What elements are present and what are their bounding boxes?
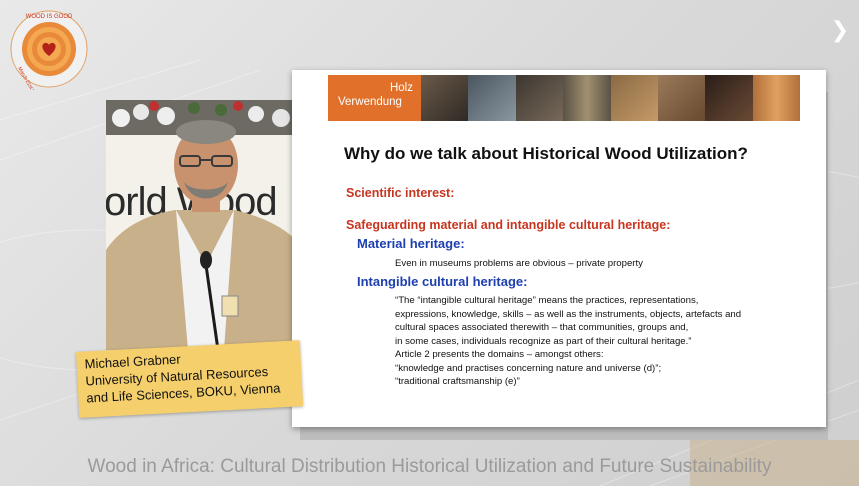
wood-image	[705, 75, 753, 121]
wood-image	[563, 75, 611, 121]
material-heritage-text: Even in museums problems are obvious – p…	[395, 258, 643, 269]
wood-image	[421, 75, 469, 121]
wood-image	[657, 75, 706, 121]
quote-block: “The “intangible cultural heritage” mean…	[395, 294, 741, 389]
holz-verwendung-label: Holz Verwendung	[328, 75, 421, 121]
quote-line: “The “intangible cultural heritage” mean…	[395, 295, 699, 306]
wood-image	[610, 75, 658, 121]
logo-top-text: WOOD IS GOOD	[26, 14, 73, 20]
chevron-right-icon[interactable]: ❯	[829, 20, 851, 42]
slide-title: Why do we talk about Historical Wood Uti…	[344, 144, 748, 163]
header-line1: Holz	[389, 82, 413, 94]
speaker-video: orld Wood m	[106, 100, 305, 350]
speaker-figure	[106, 101, 305, 350]
quote-line: “knowledge and practises concerning natu…	[395, 362, 662, 374]
quote-line: expressions, knowledge, skills – as well…	[395, 308, 742, 320]
intangible-heritage-heading: Intangible cultural heritage:	[357, 274, 528, 289]
speaker-name-card: Michael Grabner University of Natural Re…	[76, 340, 304, 418]
safeguarding-heading: Safeguarding material and intangible cul…	[346, 218, 671, 232]
video-title: Wood in Africa: Cultural Distribution Hi…	[87, 456, 772, 477]
material-heritage-heading: Material heritage:	[357, 236, 465, 251]
quote-line: “traditional craftsmanship (e)”	[395, 376, 520, 387]
quote-line: cultural spaces associated therewith – t…	[395, 322, 689, 333]
presentation-slide: Holz Verwendung Why do we talk about His…	[292, 70, 826, 427]
slide-header: Holz Verwendung	[328, 75, 800, 121]
wood-image-strip	[421, 75, 800, 121]
scientific-interest-heading: Scientific interest:	[346, 186, 455, 200]
wood-image	[515, 75, 564, 121]
world-wood-day-logo: WOOD IS GOOD March 21st WORLD WOOD DAY	[10, 10, 88, 90]
quote-line: in some cases, individuals recognize as …	[395, 335, 692, 347]
wood-image	[752, 75, 800, 121]
header-line2: Verwendung	[338, 96, 402, 108]
wood-image	[468, 75, 516, 121]
quote-line: Article 2 presents the domains – amongst…	[395, 349, 604, 360]
